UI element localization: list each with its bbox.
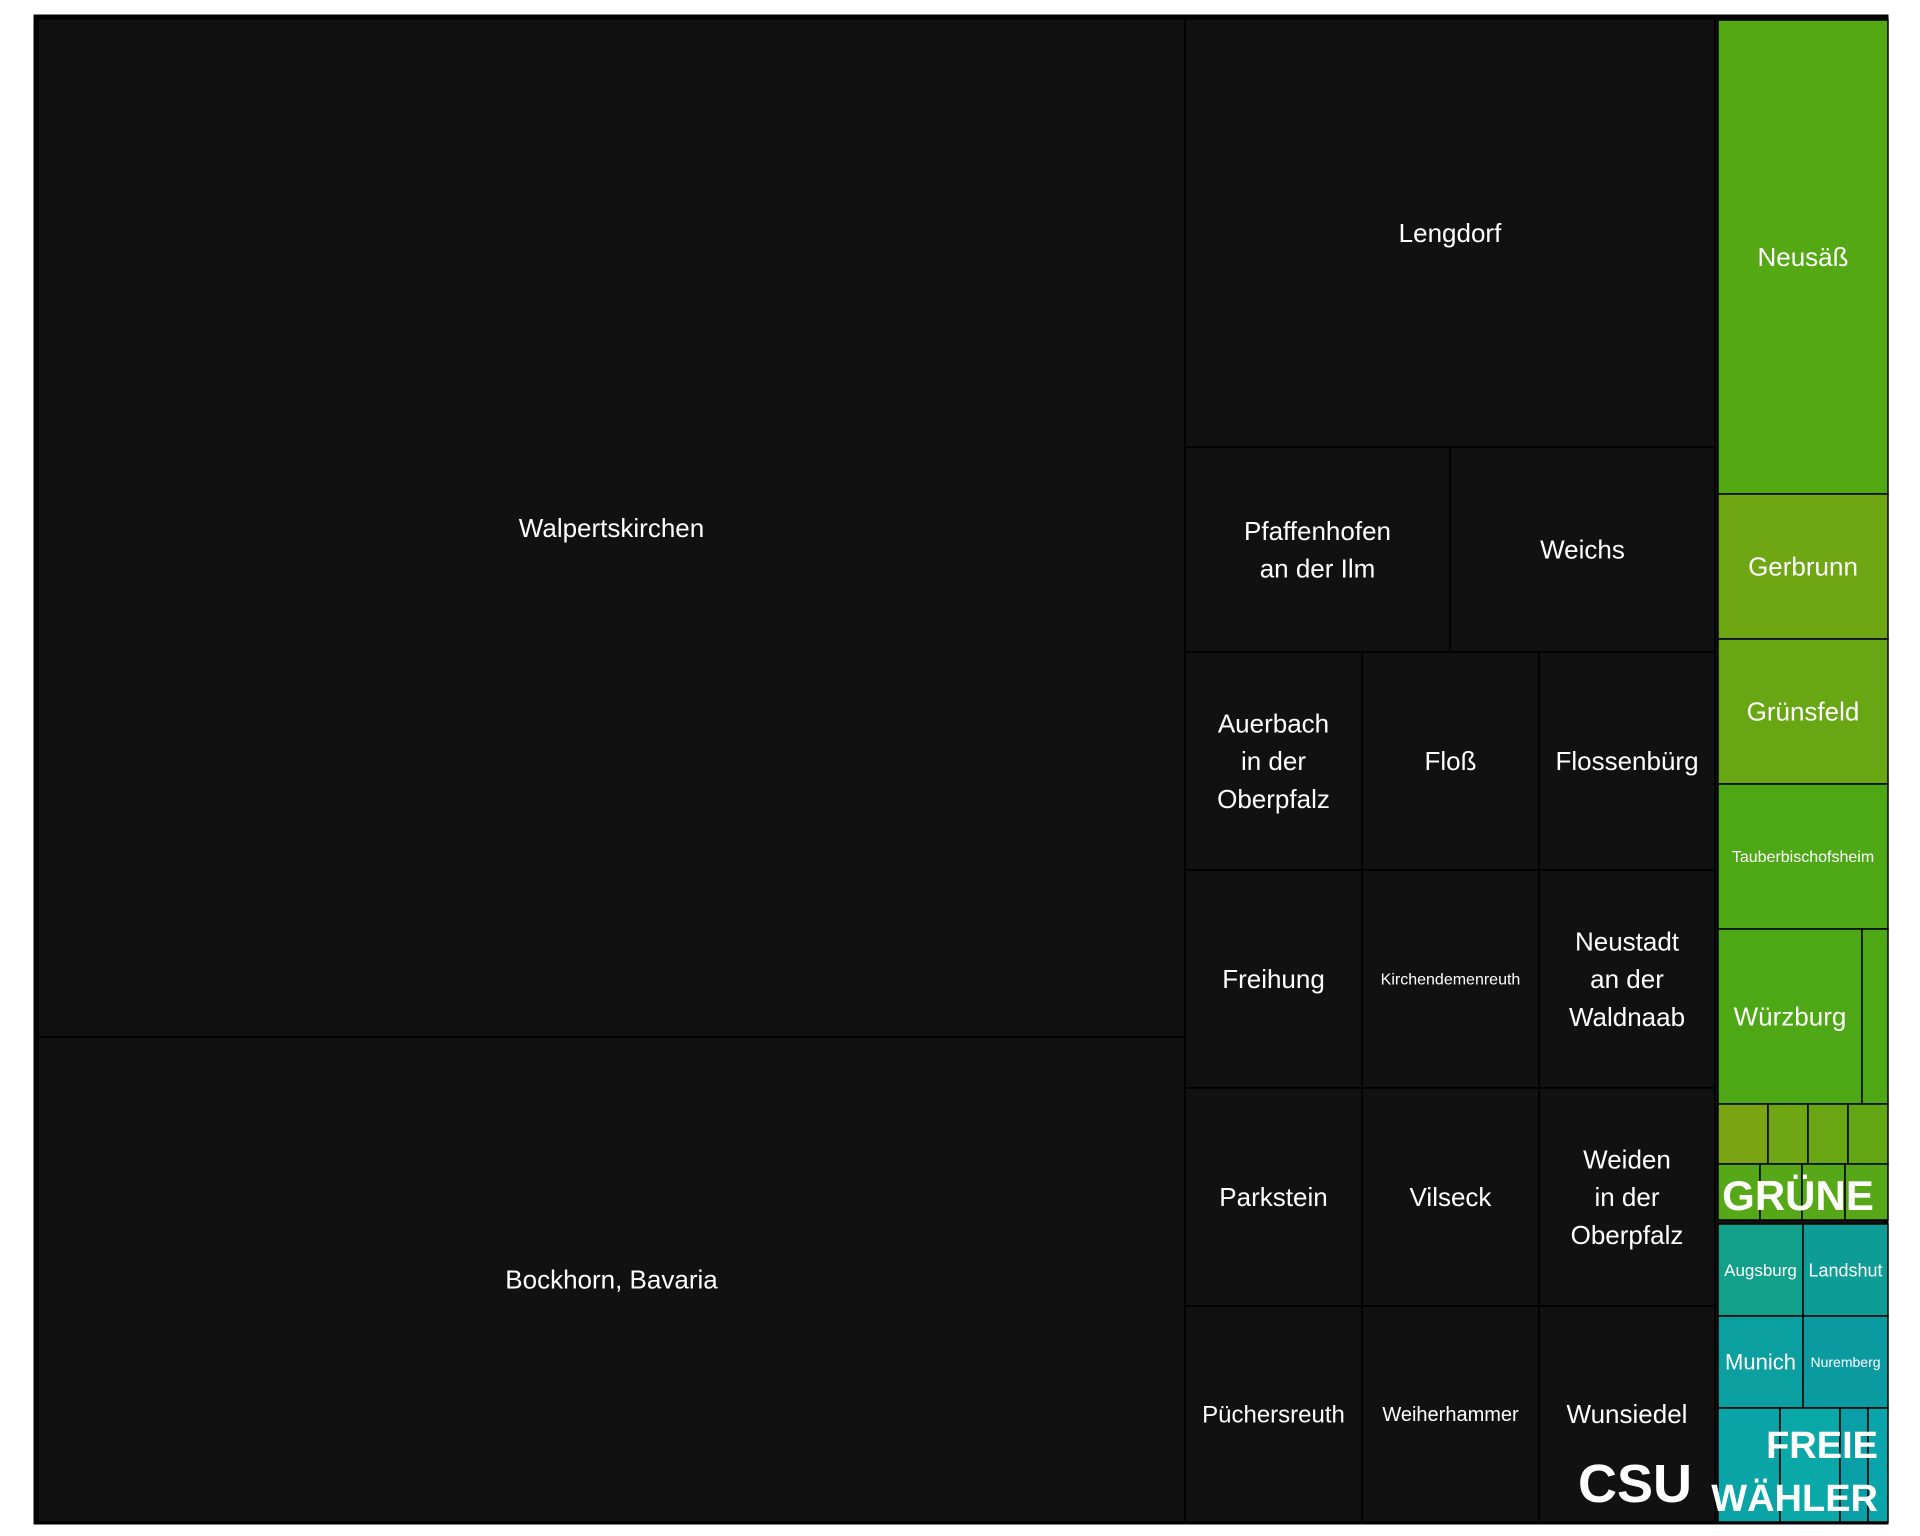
cell-label-weiherhammer: Weiherhammer: [1382, 1404, 1519, 1426]
cell-label-munich: Munich: [1725, 1350, 1796, 1375]
cell-label-kirchendemenreuth: Kirchendemenreuth: [1381, 972, 1521, 989]
cell-label-nuremberg: Nuremberg: [1810, 1354, 1880, 1370]
cell-label-lengdorf: Lengdorf: [1399, 218, 1502, 248]
cell-label-neusass: Neusäß: [1757, 242, 1848, 272]
treemap-chart: Walpertskirchen Bockhorn, Bavaria Lengdorf…: [33, 14, 1889, 1525]
cell-label-grunsfeld: Grünsfeld: [1747, 697, 1860, 727]
cell-label-flossenburg: Flossenbürg: [1555, 746, 1698, 776]
cell-label-tauberbischofsheim: Tauberbischofsheim: [1732, 849, 1874, 866]
cell-grune-6: [1717, 1103, 1769, 1165]
cell-label-bockhorn-bavaria: Bockhorn, Bavaria: [505, 1265, 718, 1295]
cell-label-walpertskirchen: Walpertskirchen: [519, 513, 704, 543]
cell-label-wunsiedel: Wunsiedel: [1567, 1399, 1688, 1429]
cell-grune-8: [1807, 1103, 1849, 1165]
cell-label-landshut: Landshut: [1808, 1260, 1882, 1280]
cell-label-augsburg: Augsburg: [1724, 1261, 1797, 1280]
cell-label-weichs: Weichs: [1540, 535, 1625, 565]
cell-grune-9: [1847, 1103, 1889, 1165]
cell-label-gerbrunn: Gerbrunn: [1748, 552, 1858, 582]
cell-label-freihung: Freihung: [1222, 964, 1325, 994]
cell-label-floss: Floß: [1425, 746, 1477, 776]
cell-grune-5: [1861, 928, 1889, 1105]
cell-label-puchersreuth: Püchersreuth: [1202, 1401, 1345, 1428]
cell-label-wurzburg: Würzburg: [1734, 1002, 1847, 1032]
cell-grune-7: [1767, 1103, 1809, 1165]
cell-label-parkstein: Parkstein: [1219, 1182, 1327, 1212]
cell-label-vilseck: Vilseck: [1410, 1182, 1493, 1212]
group-label-csu: CSU: [1578, 1454, 1692, 1514]
group-label-grune: GRÜNE: [1722, 1172, 1874, 1219]
cell-pfaffenhofen-an-der-ilm: [1184, 446, 1451, 653]
